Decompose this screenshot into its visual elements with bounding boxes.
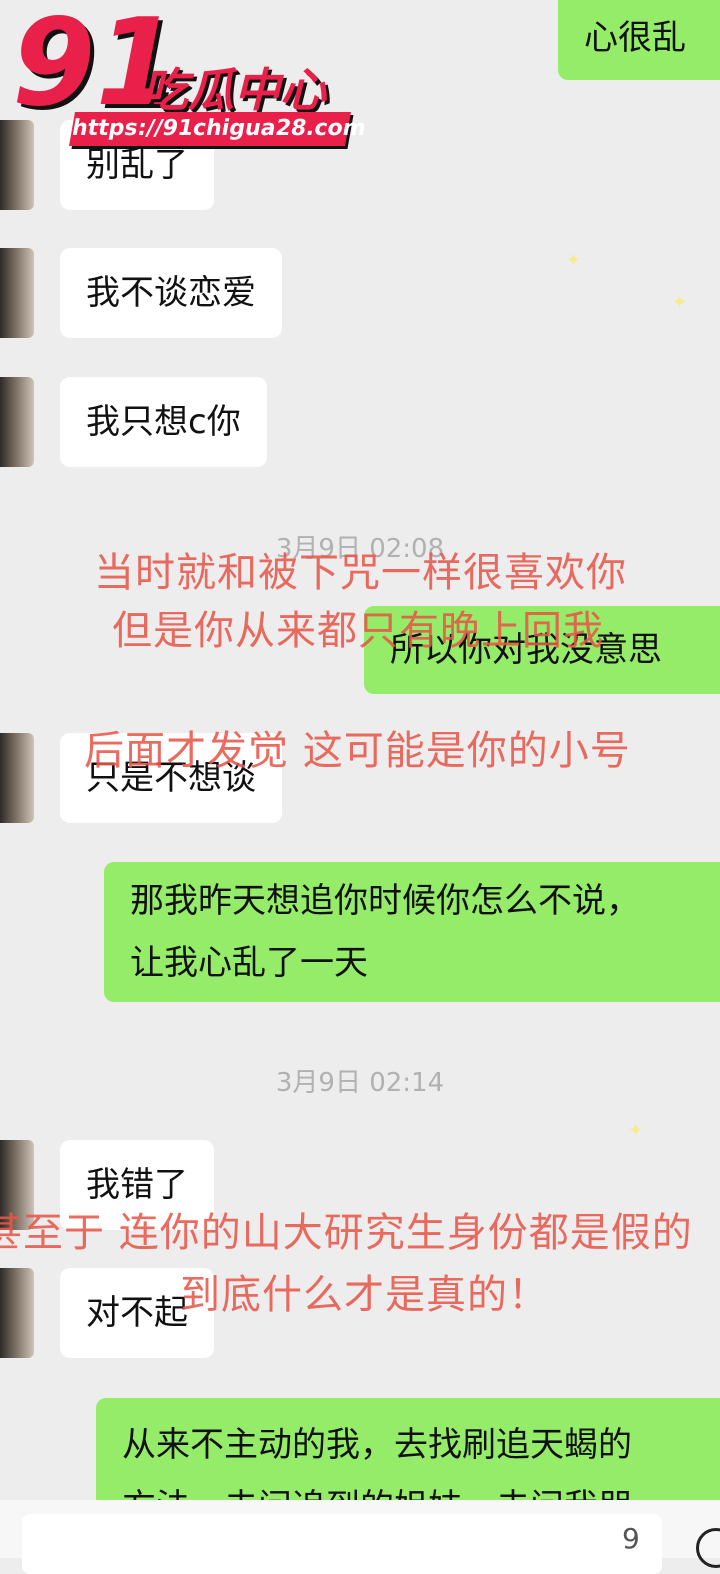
- message-bubble-received[interactable]: 我只想c你: [60, 377, 267, 467]
- message-text-line: 从来不主动的我，去找刷追天蝎的: [122, 1425, 632, 1465]
- message-text-line: 让我心乱了一天: [130, 943, 368, 983]
- message-text: 别乱了: [86, 145, 188, 185]
- message-text: 对不起: [86, 1293, 188, 1333]
- timestamp: 3月9日 02:14: [275, 1068, 445, 1098]
- sparkle-icon: ✦: [628, 1120, 644, 1141]
- message-bubble-sent[interactable]: 心很乱: [558, 0, 720, 80]
- avatar[interactable]: [0, 1268, 34, 1358]
- message-text: 我不谈恋爱: [86, 273, 256, 313]
- message-text-line: 方法，去问追到的姐妹，去问我朋: [122, 1476, 710, 1500]
- overlay-caption: 甚至于 连你的山大研究生身份都是假的: [0, 1210, 693, 1256]
- message-bubble-received[interactable]: 我不谈恋爱: [60, 248, 282, 338]
- avatar[interactable]: [0, 733, 34, 823]
- message-text-line: 那我昨天想追你时候你怎么不说，: [130, 881, 640, 921]
- sparkle-icon: ✦: [566, 250, 582, 271]
- avatar[interactable]: [0, 377, 34, 467]
- overlay-caption: 但是你从来都只有晚上回我: [112, 608, 604, 654]
- logo-url: https://91chigua28.com: [69, 112, 368, 146]
- message-bubble-sent[interactable]: 那我昨天想追你时候你怎么不说， 让我心乱了一天: [104, 862, 720, 1002]
- overlay-caption: 后面才发觉 这可能是你的小号: [84, 728, 631, 774]
- overlay-caption: 当时就和被下咒一样很喜欢你: [94, 550, 627, 596]
- avatar[interactable]: [0, 120, 34, 210]
- message-text: 我只想c你: [86, 402, 241, 442]
- avatar[interactable]: [0, 248, 34, 338]
- input-bar: 9: [0, 1500, 720, 1574]
- message-input[interactable]: 9: [22, 1514, 662, 1574]
- input-hint: 9: [622, 1522, 640, 1555]
- logo-text: 吃瓜中心: [142, 63, 326, 117]
- message-bubble-sent[interactable]: 从来不主动的我，去找刷追天蝎的 方法，去问追到的姐妹，去问我朋: [96, 1398, 720, 1500]
- sparkle-icon: ✦: [672, 292, 688, 313]
- voice-icon[interactable]: [696, 1528, 720, 1568]
- message-text: 我错了: [86, 1165, 188, 1205]
- overlay-caption: 到底什么才是真的！: [180, 1272, 549, 1318]
- message-text: 心很乱: [584, 18, 686, 58]
